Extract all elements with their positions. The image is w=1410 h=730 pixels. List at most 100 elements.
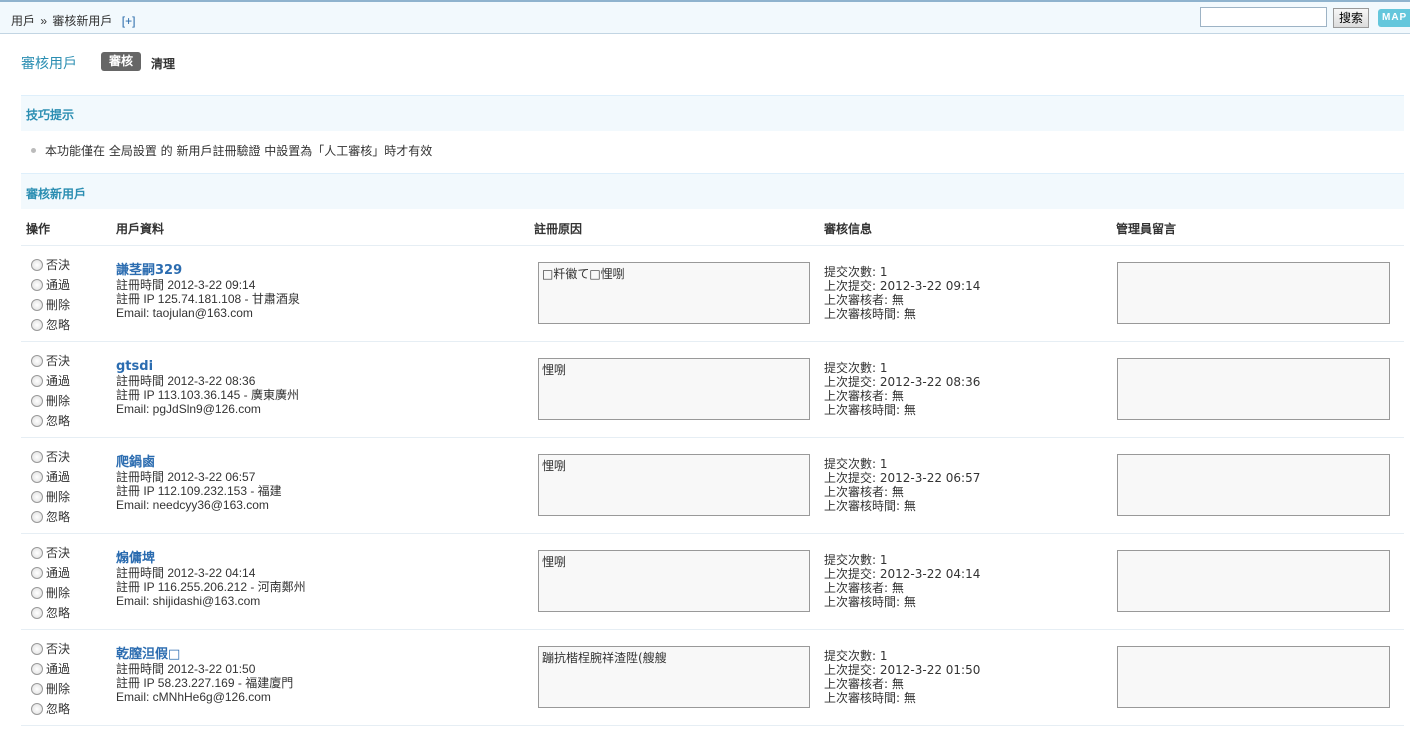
review-info: 提交次數: 1 上次提交: 2012-3-22 04:14 上次審核者: 無 上… [824,553,980,609]
option-delete[interactable]: 刪除 [31,392,70,412]
option-ignore[interactable]: 忽略 [31,700,70,720]
reason-textbox[interactable]: 悝哵 [538,454,810,516]
radio-icon[interactable] [31,279,43,291]
option-ignore[interactable]: 忽略 [31,412,70,432]
last-review-time: 上次審核時間: 無 [824,595,916,609]
column-reason: 註冊原因 [534,222,583,236]
radio-icon[interactable] [31,355,43,367]
radio-icon[interactable] [31,587,43,599]
reg-ip: 註冊 IP 58.23.227.169 - 福建廈門 [116,676,294,690]
review-info: 提交次數: 1 上次提交: 2012-3-22 09:14 上次審核者: 無 上… [824,265,980,321]
radio-icon[interactable] [31,663,43,675]
user-info: 謙茎嗣329 註冊時間 2012-3-22 09:14 註冊 IP 125.74… [116,263,300,320]
radio-icon[interactable] [31,451,43,463]
admin-remark-textarea[interactable] [1117,646,1390,708]
user-info: 煽傭埤 註冊時間 2012-3-22 04:14 註冊 IP 116.255.2… [116,551,306,608]
admin-remark-textarea[interactable] [1117,262,1390,324]
last-submit: 上次提交: 2012-3-22 01:50 [824,663,981,677]
radio-icon[interactable] [31,299,43,311]
column-info: 審核信息 [824,222,873,236]
option-reject[interactable]: 否決 [31,640,70,660]
search-button[interactable]: 搜索 [1333,8,1369,28]
last-reviewer: 上次審核者: 無 [824,677,904,691]
radio-icon[interactable] [31,319,43,331]
username-link[interactable]: gtsdi [116,359,299,374]
last-review-time: 上次審核時間: 無 [824,691,916,705]
last-submit: 上次提交: 2012-3-22 06:57 [824,471,981,485]
submit-count: 提交次數: 1 [824,553,888,567]
search-input[interactable] [1200,7,1327,27]
reason-textbox[interactable]: 悝哵 [538,550,810,612]
last-submit: 上次提交: 2012-3-22 04:14 [824,567,981,581]
review-options: 否決 通過 刪除 忽略 [31,640,70,720]
option-reject[interactable]: 否決 [31,352,70,372]
option-approve[interactable]: 通過 [31,468,70,488]
tips-title: 技巧提示 [26,108,75,122]
last-reviewer: 上次審核者: 無 [824,485,904,499]
last-review-time: 上次審核時間: 無 [824,499,916,513]
option-delete[interactable]: 刪除 [31,584,70,604]
review-options: 否決 通過 刪除 忽略 [31,544,70,624]
option-ignore[interactable]: 忽略 [31,508,70,528]
reason-textbox[interactable]: 蹦抗楷桯腕祥渣陞(艘艘 [538,646,810,708]
review-options: 否決 通過 刪除 忽略 [31,352,70,432]
option-reject[interactable]: 否決 [31,544,70,564]
column-op: 操作 [26,222,51,236]
reg-time: 註冊時間 2012-3-22 04:14 [116,566,256,580]
admin-remark-textarea[interactable] [1117,454,1390,516]
option-delete[interactable]: 刪除 [31,296,70,316]
tip-item: 本功能僅在 全局設置 的 新用戶註冊驗證 中設置為「人工審核」時才有效 [31,142,432,159]
radio-icon[interactable] [31,491,43,503]
radio-icon[interactable] [31,471,43,483]
username-link[interactable]: 謙茎嗣329 [116,263,300,278]
option-ignore[interactable]: 忽略 [31,604,70,624]
option-reject[interactable]: 否決 [31,256,70,276]
username-link[interactable]: 爬鍋鹵 [116,455,282,470]
reg-time: 註冊時間 2012-3-22 06:57 [116,470,256,484]
admin-remark-textarea[interactable] [1117,358,1390,420]
tips-header: 技巧提示 [21,95,1404,131]
radio-icon[interactable] [31,703,43,715]
user-email: Email: needcyy36@163.com [116,498,269,512]
option-delete[interactable]: 刪除 [31,680,70,700]
option-approve[interactable]: 通過 [31,660,70,680]
tab-review[interactable]: 審核 [101,52,141,71]
tip-text: 本功能僅在 全局設置 的 新用戶註冊驗證 中設置為「人工審核」時才有效 [45,144,433,158]
radio-icon[interactable] [31,259,43,271]
map-button[interactable]: MAP [1378,9,1410,27]
user-email: Email: shijidashi@163.com [116,594,261,608]
review-options: 否決 通過 刪除 忽略 [31,256,70,336]
username-link[interactable]: 乾膣泹假□ [116,647,293,662]
reason-textbox[interactable]: 悝哵 [538,358,810,420]
radio-icon[interactable] [31,567,43,579]
radio-icon[interactable] [31,547,43,559]
review-info: 提交次數: 1 上次提交: 2012-3-22 06:57 上次審核者: 無 上… [824,457,980,513]
tab-cleanup[interactable]: 清理 [151,55,175,72]
username-link[interactable]: 煽傭埤 [116,551,306,566]
radio-icon[interactable] [31,375,43,387]
table-row: 否決 通過 刪除 忽略 爬鍋鹵 註冊時間 2012-3-22 06:57 註冊 … [21,438,1404,534]
radio-icon[interactable] [31,683,43,695]
reg-time: 註冊時間 2012-3-22 09:14 [116,278,256,292]
last-reviewer: 上次審核者: 無 [824,389,904,403]
review-title: 審核新用戶 [26,187,87,201]
option-delete[interactable]: 刪除 [31,488,70,508]
option-reject[interactable]: 否決 [31,448,70,468]
radio-icon[interactable] [31,643,43,655]
user-email: Email: cMNhHe6g@126.com [116,690,271,704]
radio-icon[interactable] [31,395,43,407]
radio-icon[interactable] [31,511,43,523]
table-row: 否決 通過 刪除 忽略 gtsdi 註冊時間 2012-3-22 08:36 註… [21,342,1404,438]
breadcrumb-root[interactable]: 用戶 [11,14,35,28]
reason-textbox[interactable]: □粁徽て□悝哵 [538,262,810,324]
option-ignore[interactable]: 忽略 [31,316,70,336]
user-info: gtsdi 註冊時間 2012-3-22 08:36 註冊 IP 113.103… [116,359,299,416]
option-approve[interactable]: 通過 [31,564,70,584]
option-approve[interactable]: 通過 [31,372,70,392]
page-title: 審核用戶 [21,56,77,72]
radio-icon[interactable] [31,415,43,427]
admin-remark-textarea[interactable] [1117,550,1390,612]
option-approve[interactable]: 通過 [31,276,70,296]
radio-icon[interactable] [31,607,43,619]
add-shortcut-link[interactable]: [+] [122,14,136,28]
